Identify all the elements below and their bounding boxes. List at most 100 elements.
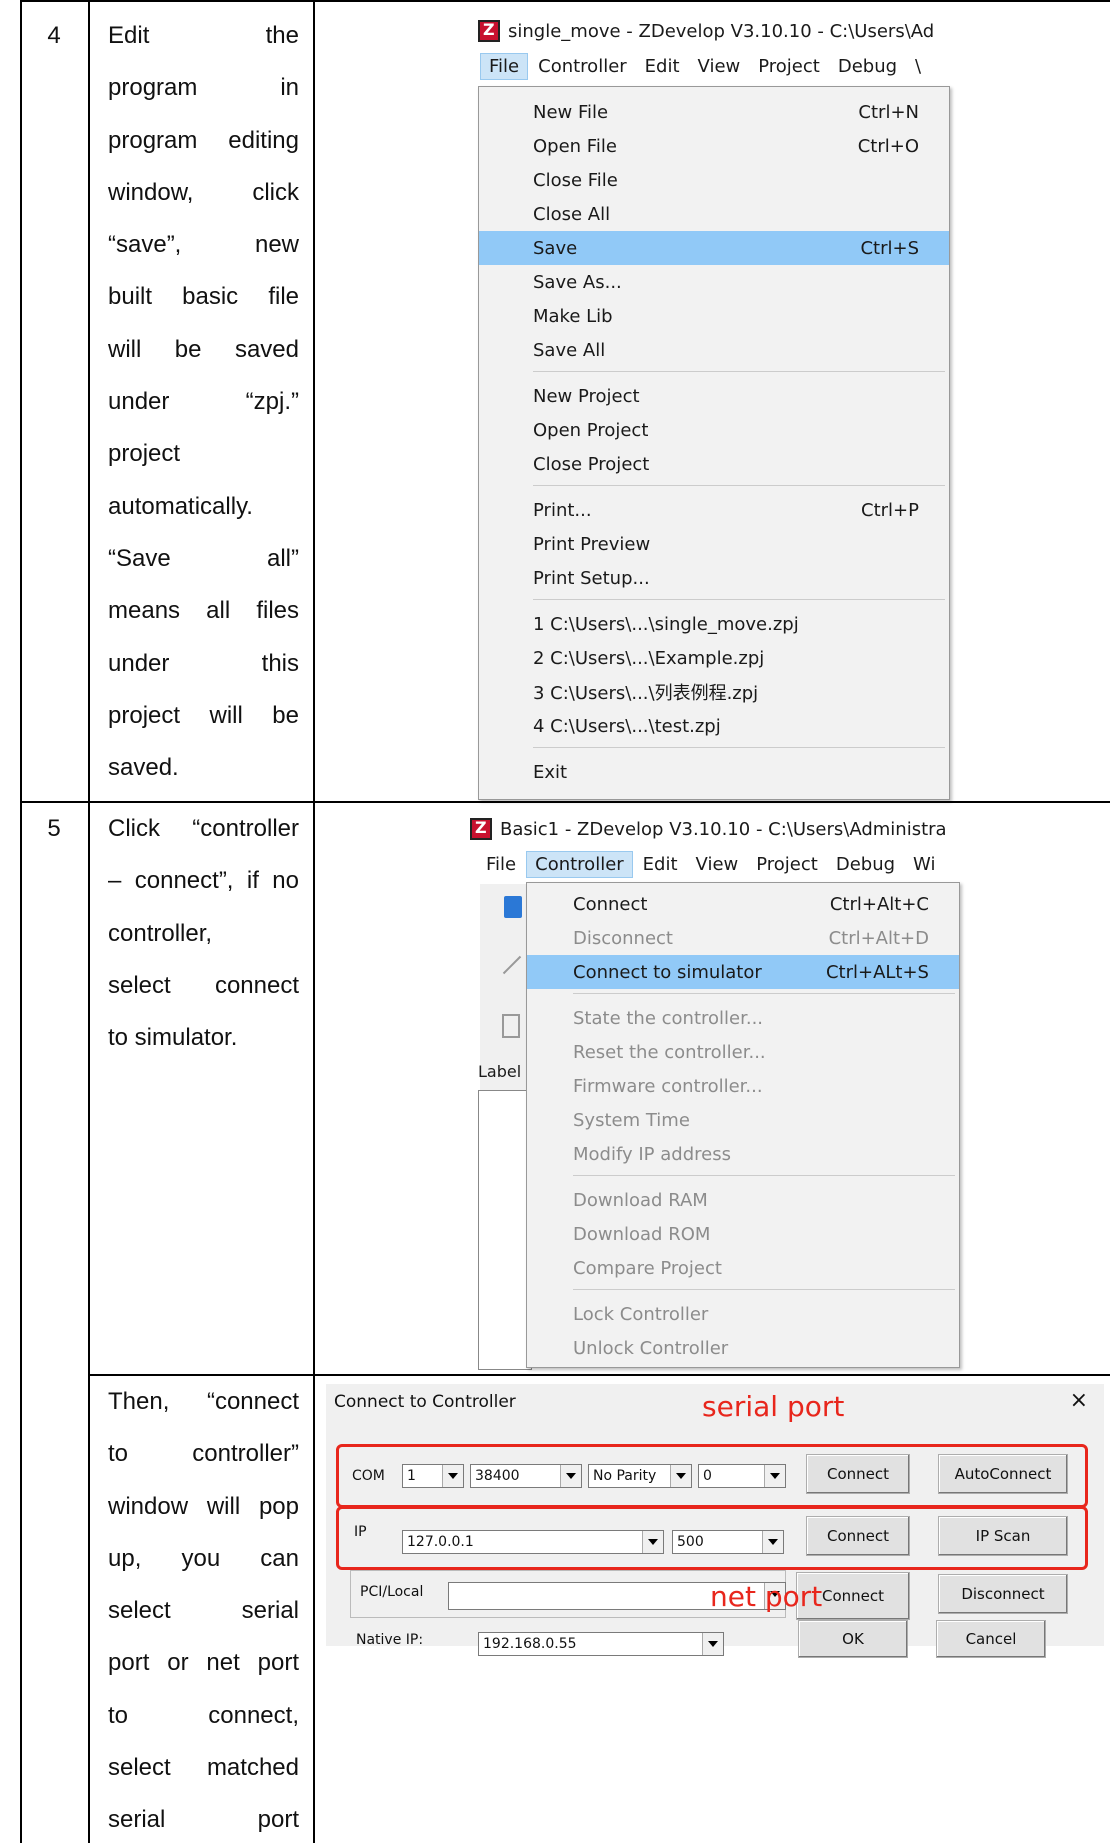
menu-window-truncated[interactable]: \ [907,54,929,79]
desc-line: means all files [108,597,299,625]
autoconnect-button[interactable]: AutoConnect [938,1454,1068,1494]
menu-item-label: Download RAM [573,1189,708,1211]
menu-item-print[interactable]: Print... Ctrl+P [479,493,949,527]
window-title: Basic1 - ZDevelop V3.10.10 - C:\Users\Ad… [500,818,947,840]
toolbar-strip: Label [478,884,532,1370]
menu-item-label: Firmware controller... [573,1075,763,1097]
ok-button[interactable]: OK [798,1620,908,1658]
menu-bar: File Controller Edit View Project Debug … [478,848,945,880]
menu-view[interactable]: View [688,852,747,877]
menu-item-close-file[interactable]: Close File [479,163,949,197]
desc-line: up, you can [108,1544,299,1572]
baud-rate-select[interactable]: 38400 [470,1464,582,1488]
step-number-5: 5 [47,815,61,842]
menu-item-download-rom[interactable]: Download ROM [527,1217,959,1251]
menu-item-state-controller[interactable]: State the controller... [527,1001,959,1035]
new-file-icon[interactable] [504,896,522,918]
menu-separator [573,1289,955,1290]
file-menu-screenshot: single_move - ZDevelop V3.10.10 - C:\Use… [478,10,958,800]
menu-item-save-all[interactable]: Save All [479,333,949,367]
desc-line: Click “controller [108,815,299,842]
menu-item-download-ram[interactable]: Download RAM [527,1183,959,1217]
disconnect-button[interactable]: Disconnect [938,1574,1068,1614]
menu-item-label: Close Project [533,453,650,475]
menu-separator [573,993,955,994]
desc-line: select matched [108,1754,299,1782]
zdevelop-logo-icon [478,20,500,42]
menu-debug[interactable]: Debug [828,852,903,877]
menu-controller[interactable]: Controller [526,850,633,878]
menu-file[interactable]: File [478,852,524,877]
menu-item-recent-1[interactable]: 1 C:\Users\...\single_move.zpj [479,607,949,641]
close-icon[interactable]: × [1070,1388,1088,1413]
menu-file[interactable]: File [480,52,529,80]
menu-item-recent-4[interactable]: 4 C:\Users\...\test.zpj [479,709,949,743]
ip-connect-button[interactable]: Connect [806,1516,910,1556]
menu-item-shortcut: Ctrl+N [858,101,919,123]
menu-item-disconnect[interactable]: Disconnect Ctrl+Alt+D [527,921,959,955]
menu-item-label: Reset the controller... [573,1041,766,1063]
menu-debug[interactable]: Debug [830,54,905,79]
desc-line: under “zpj.” [108,388,299,416]
menu-item-connect-to-simulator[interactable]: Connect to simulator Ctrl+ALt+S [527,955,959,989]
menu-separator [533,371,945,372]
menu-item-close-project[interactable]: Close Project [479,447,949,481]
line-tool-icon[interactable] [502,955,522,975]
menu-window-truncated[interactable]: Wi [905,852,943,877]
menu-item-save-as[interactable]: Save As... [479,265,949,299]
menu-item-label: Connect [573,893,648,915]
menu-item-reset-controller[interactable]: Reset the controller... [527,1035,959,1069]
menu-item-compare-project[interactable]: Compare Project [527,1251,959,1285]
menu-item-print-preview[interactable]: Print Preview [479,527,949,561]
menu-item-exit[interactable]: Exit [479,755,949,789]
ip-scan-button[interactable]: IP Scan [938,1516,1068,1556]
desc-line: window, click [108,178,299,206]
editor-area [478,1090,532,1370]
stop-bits-select[interactable]: 0 [698,1464,786,1488]
menu-item-unlock-controller[interactable]: Unlock Controller [527,1331,959,1365]
menu-item-make-lib[interactable]: Make Lib [479,299,949,333]
cancel-button[interactable]: Cancel [936,1620,1046,1658]
native-ip-select[interactable]: 192.168.0.55 [478,1632,724,1656]
menu-separator [533,599,945,600]
chevron-down-icon [670,1465,691,1487]
desc-line: port or net port [108,1649,299,1677]
desc-line: built basic file [108,283,299,311]
menu-project[interactable]: Project [750,54,828,79]
label-tab[interactable]: Label [478,1062,521,1081]
serial-connect-button[interactable]: Connect [806,1454,910,1494]
menu-item-modify-ip[interactable]: Modify IP address [527,1137,959,1171]
ip-timeout-select[interactable]: 500 [672,1530,784,1554]
menu-item-label: Modify IP address [573,1143,731,1165]
com-port-select[interactable]: 1 [402,1464,464,1488]
menu-item-connect[interactable]: Connect Ctrl+Alt+C [527,887,959,921]
menu-item-print-setup[interactable]: Print Setup... [479,561,949,595]
menu-item-lock-controller[interactable]: Lock Controller [527,1297,959,1331]
menu-edit[interactable]: Edit [635,852,686,877]
menu-controller[interactable]: Controller [530,54,635,79]
desc-line: will be saved [108,335,299,363]
menu-item-save[interactable]: Save Ctrl+S [479,231,949,265]
menu-item-open-file[interactable]: Open File Ctrl+O [479,129,949,163]
menu-item-label: Print Setup... [533,567,650,589]
table-divider-desc [313,0,315,1843]
menu-item-close-all[interactable]: Close All [479,197,949,231]
menu-item-new-file[interactable]: New File Ctrl+N [479,95,949,129]
menu-project[interactable]: Project [748,852,826,877]
menu-item-label: New Project [533,385,640,407]
parity-select[interactable]: No Parity [588,1464,692,1488]
menu-item-firmware-controller[interactable]: Firmware controller... [527,1069,959,1103]
menu-item-new-project[interactable]: New Project [479,379,949,413]
chevron-down-icon [442,1465,463,1487]
menu-view[interactable]: View [690,54,749,79]
menu-item-open-project[interactable]: Open Project [479,413,949,447]
menu-item-recent-2[interactable]: 2 C:\Users\...\Example.zpj [479,641,949,675]
step-5-description: Click “controller – connect”, if no cont… [108,803,299,1064]
ip-address-select[interactable]: 127.0.0.1 [402,1530,664,1554]
menu-item-label: Save As... [533,271,622,293]
document-icon[interactable] [502,1014,520,1038]
menu-item-recent-3[interactable]: 3 C:\Users\...\列表例程.zpj [479,675,949,709]
com-label: COM [352,1468,385,1484]
menu-item-system-time[interactable]: System Time [527,1103,959,1137]
menu-edit[interactable]: Edit [637,54,688,79]
